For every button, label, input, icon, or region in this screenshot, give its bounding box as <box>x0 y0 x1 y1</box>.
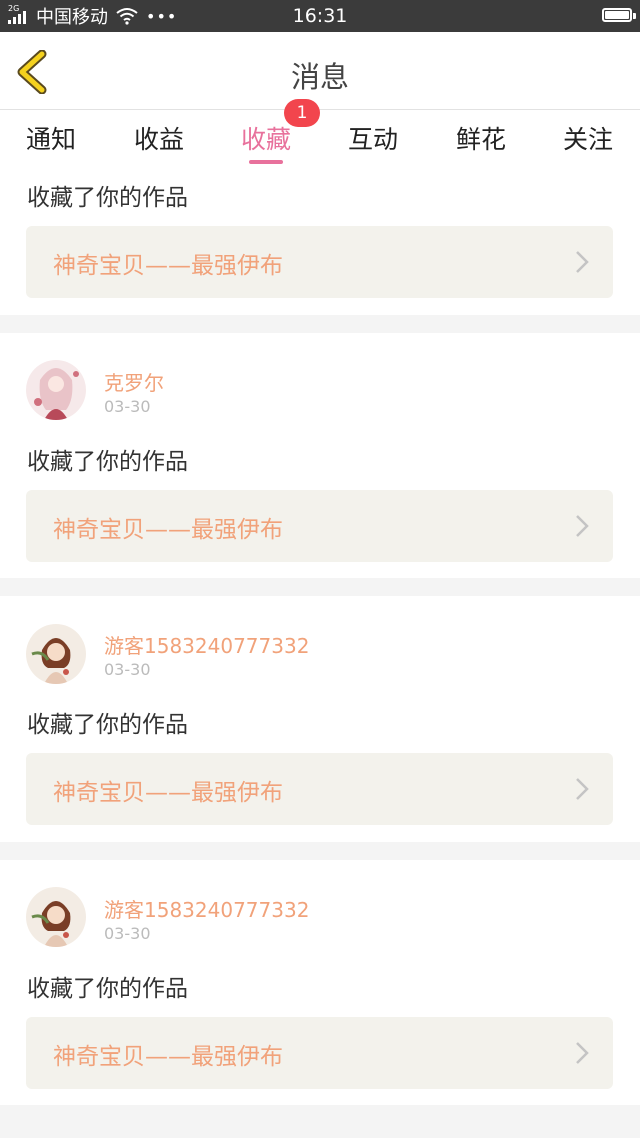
chevron-right-icon <box>576 1042 589 1064</box>
message-date: 03-30 <box>104 397 151 416</box>
battery-icon <box>602 8 636 22</box>
action-text: 收藏了你的作品 <box>27 185 188 211</box>
message-card: 游客1583240777332 03-30 收藏了你的作品 神奇宝贝——最强伊布 <box>0 596 640 842</box>
avatar[interactable] <box>26 360 86 420</box>
chevron-right-icon <box>576 251 589 273</box>
message-date: 03-30 <box>104 660 151 679</box>
chevron-right-icon <box>576 778 589 800</box>
work-link[interactable]: 神奇宝贝——最强伊布 <box>26 753 613 825</box>
work-title: 神奇宝贝——最强伊布 <box>53 253 283 279</box>
avatar[interactable] <box>26 624 86 684</box>
avatar[interactable] <box>26 887 86 947</box>
tab-interactions[interactable]: 互动 <box>328 120 418 156</box>
work-link[interactable]: 神奇宝贝——最强伊布 <box>26 1017 613 1089</box>
username[interactable]: 游客1583240777332 <box>104 630 309 659</box>
message-date: 03-30 <box>104 924 151 943</box>
work-link[interactable]: 神奇宝贝——最强伊布 <box>26 490 613 562</box>
tab-follows[interactable]: 关注 <box>543 120 633 156</box>
tab-earnings[interactable]: 收益 <box>114 120 204 156</box>
page-title: 消息 <box>290 60 349 94</box>
action-text: 收藏了你的作品 <box>27 712 188 738</box>
username[interactable]: 克罗尔 <box>104 367 164 396</box>
status-time: 16:31 <box>292 5 348 27</box>
tab-notifications[interactable]: 通知 <box>6 120 96 156</box>
message-card: 克罗尔 03-30 收藏了你的作品 神奇宝贝——最强伊布 <box>0 333 640 578</box>
work-link[interactable]: 神奇宝贝——最强伊布 <box>26 226 613 298</box>
tab-bar: 通知 收益 收藏 互动 鲜花 关注 <box>0 110 640 166</box>
unread-badge: 1 <box>284 99 320 127</box>
username[interactable]: 游客1583240777332 <box>104 894 309 923</box>
chevron-right-icon <box>576 515 589 537</box>
tab-flowers[interactable]: 鲜花 <box>436 120 526 156</box>
action-text: 收藏了你的作品 <box>27 449 188 475</box>
message-card: 收藏了你的作品 神奇宝贝——最强伊布 <box>0 166 640 315</box>
work-title: 神奇宝贝——最强伊布 <box>53 1044 283 1070</box>
status-bar: 2G 中国移动 ••• 16:31 <box>0 0 640 32</box>
work-title: 神奇宝贝——最强伊布 <box>53 517 283 543</box>
header-bar: 消息 <box>0 32 640 110</box>
active-tab-indicator <box>249 160 283 164</box>
message-card: 游客1583240777332 03-30 收藏了你的作品 神奇宝贝——最强伊布 <box>0 860 640 1105</box>
action-text: 收藏了你的作品 <box>27 976 188 1002</box>
work-title: 神奇宝贝——最强伊布 <box>53 780 283 806</box>
